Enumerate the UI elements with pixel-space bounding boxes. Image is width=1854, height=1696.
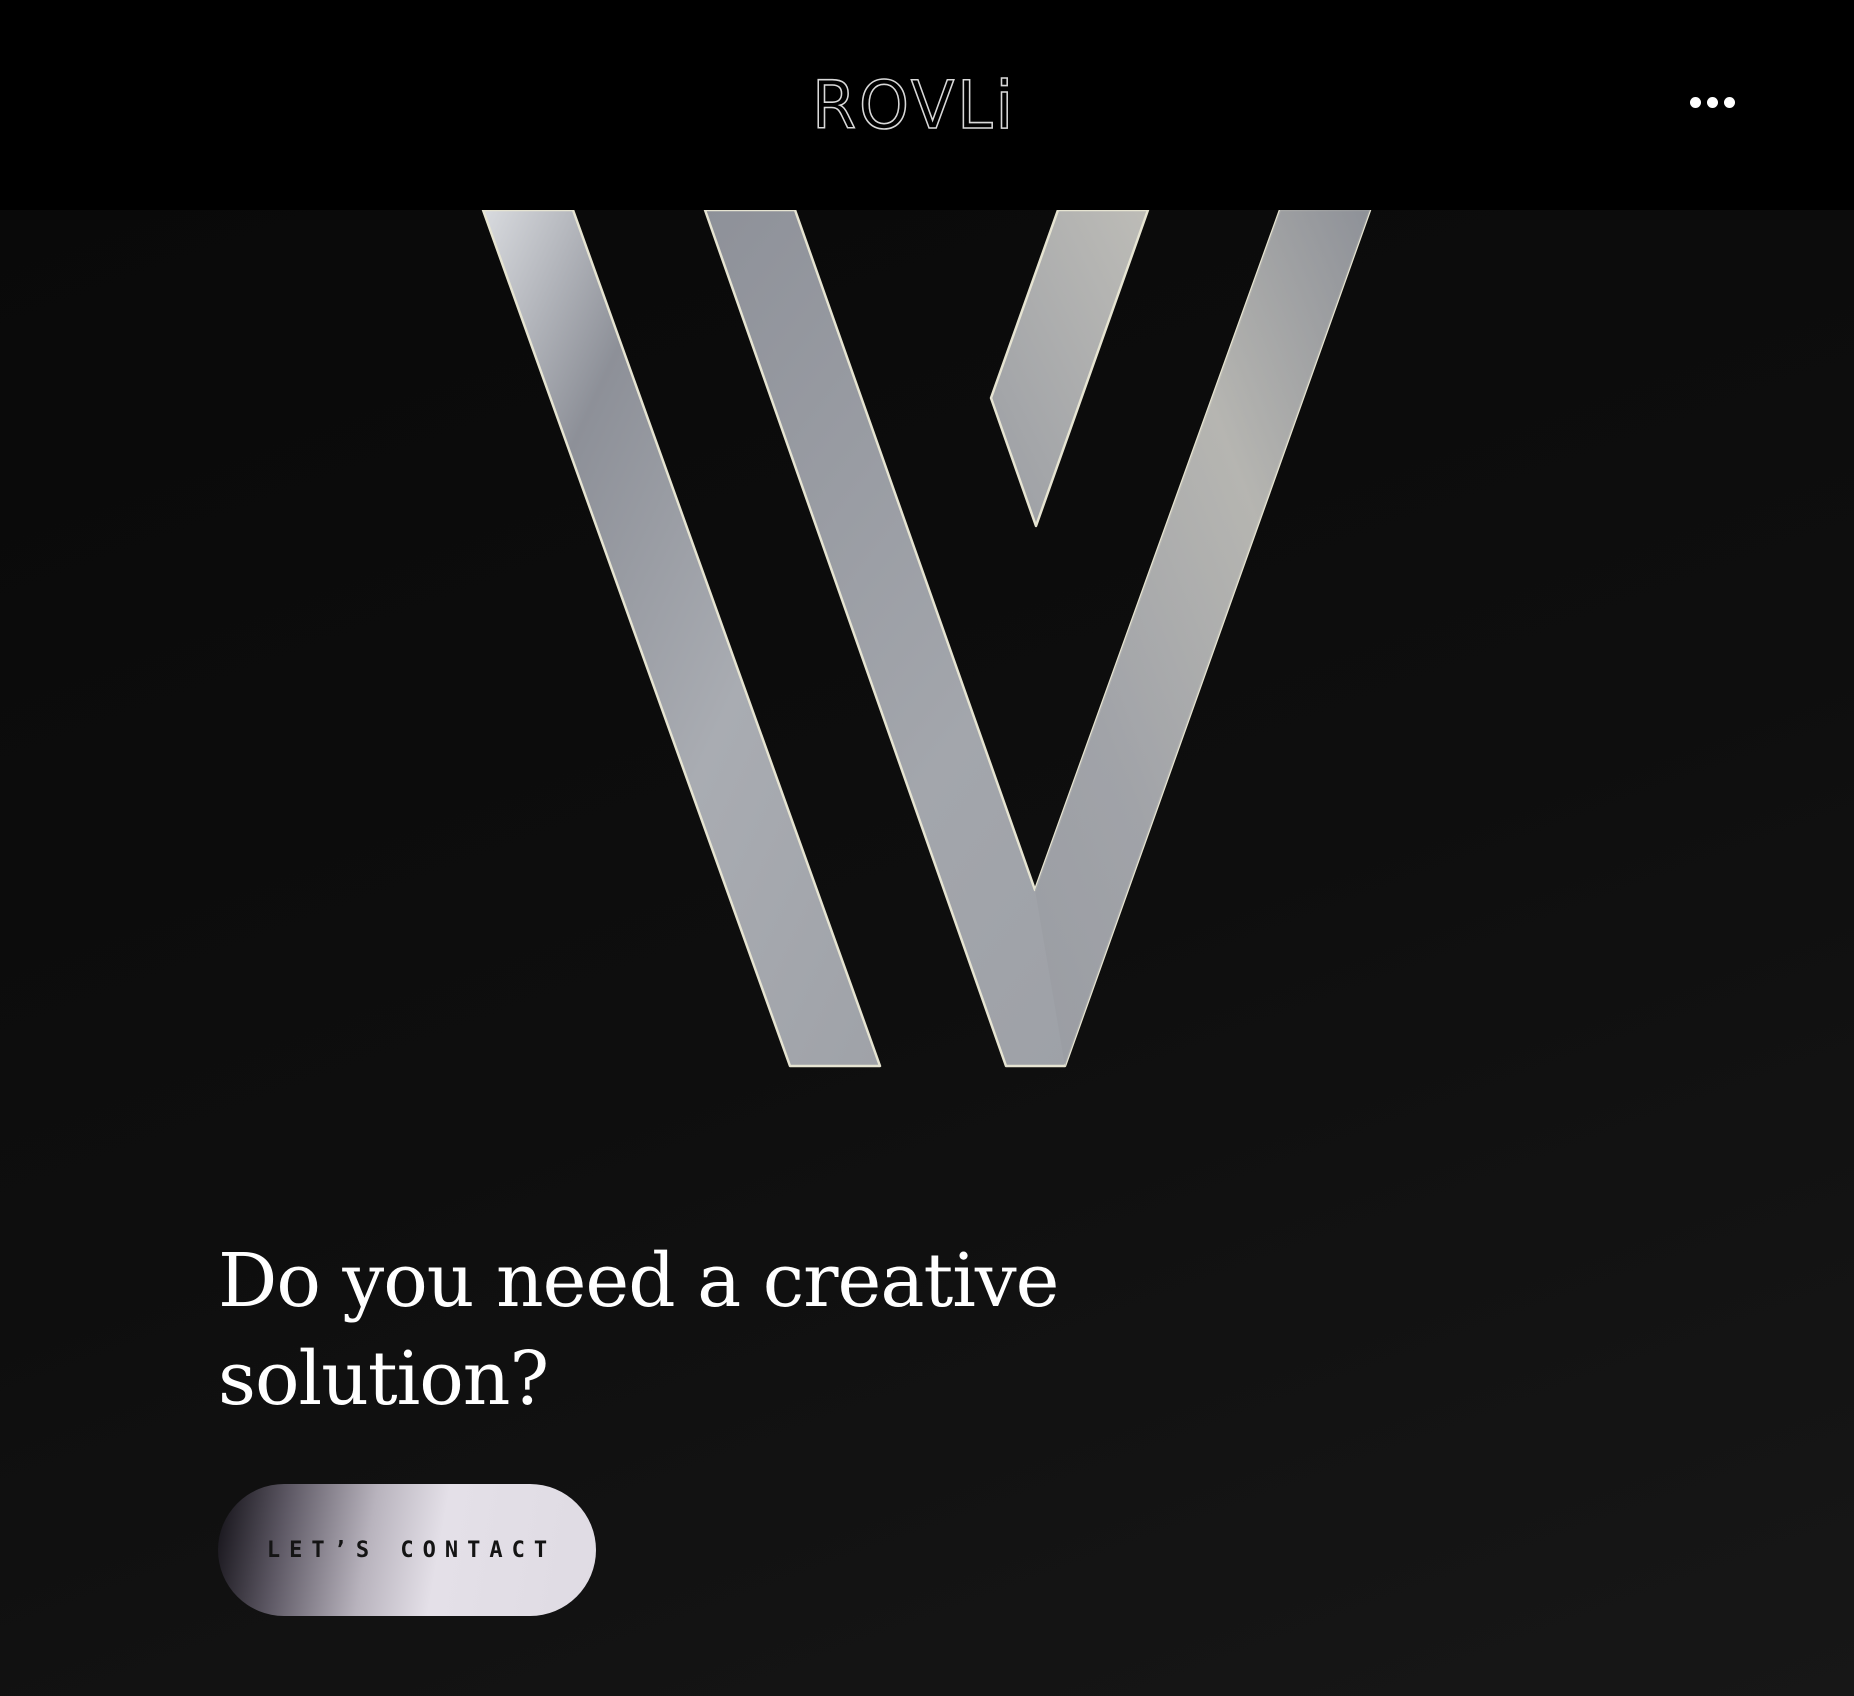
emblem-inner-stripe — [989, 210, 1150, 528]
rovli-logo[interactable]: ROVLi — [812, 70, 1016, 134]
hero-title: Do you need a creative solution? — [218, 1238, 1059, 1422]
more-horizontal-icon — [1689, 96, 1735, 108]
lets-contact-button[interactable]: LET’S CONTACT — [218, 1484, 596, 1616]
cta-label: LET’S CONTACT — [266, 1537, 557, 1563]
landing-page: ROVLi Do you need a creative solution? L… — [0, 0, 1854, 1696]
menu-button[interactable] — [1680, 82, 1744, 122]
chrome-v-emblem-icon — [481, 210, 1372, 1068]
site-header: ROVLi — [0, 0, 1854, 210]
hero-copy: Do you need a creative solution? — [218, 1232, 1118, 1428]
logo-text: ROVLi — [812, 70, 1016, 134]
